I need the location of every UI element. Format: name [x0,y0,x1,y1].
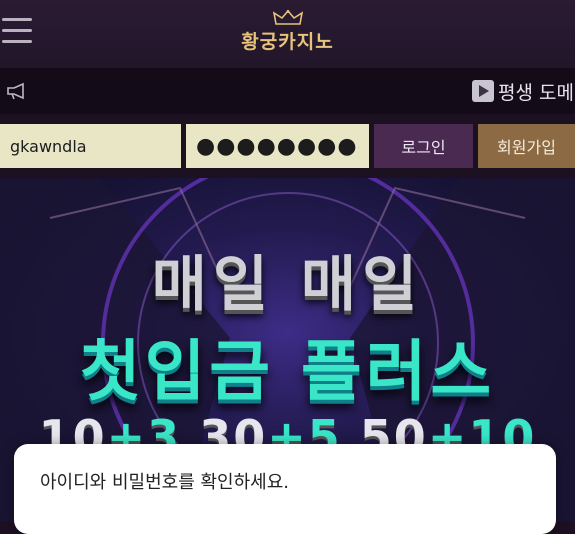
login-row: 로그인 회원가입 [0,116,575,176]
logo[interactable]: 황궁카지노 [0,10,575,54]
password-input[interactable] [186,124,369,168]
notice-bar: 평생 도메 [0,68,575,114]
marquee-text: 평생 도메 [498,82,574,104]
megaphone-icon [7,82,24,100]
notice-marquee[interactable]: 평생 도메 [472,78,574,105]
banner-line-2: 첫입금 플러스 [79,333,496,410]
username-input[interactable] [0,124,181,168]
crown-icon [272,10,303,25]
signup-button[interactable]: 회원가입 [478,124,575,168]
play-icon [472,80,494,102]
alert-toast: 아이디와 비밀번호를 확인하세요. [14,444,556,534]
logo-text: 황궁카지노 [241,31,334,53]
login-button[interactable]: 로그인 [374,124,473,168]
header: 황궁카지노 [0,0,575,68]
alert-message: 아이디와 비밀번호를 확인하세요. [40,472,290,493]
banner-line-1: 매일 매일 [151,250,424,320]
